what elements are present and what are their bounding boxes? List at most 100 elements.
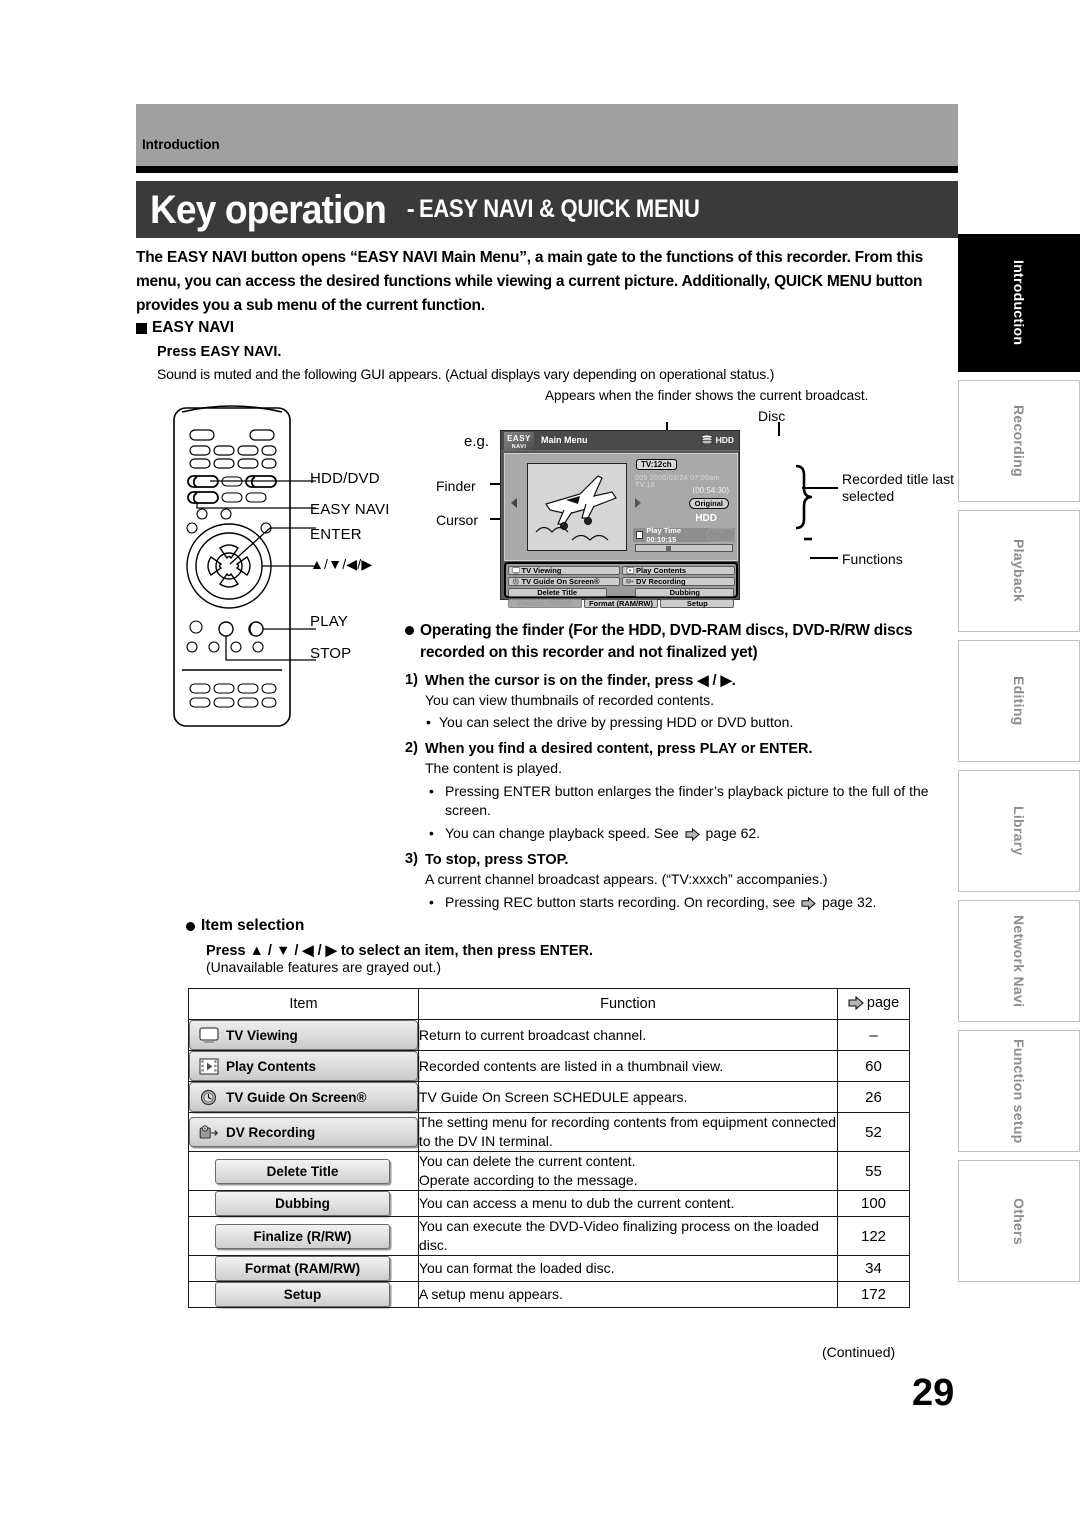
camcorder-icon <box>199 1124 219 1139</box>
remote-label-easy-navi: EASY NAVI <box>310 501 390 518</box>
table-row: Play Contents Recorded contents are liste… <box>188 1050 910 1082</box>
menu-item-button-tv-viewing[interactable]: TV Viewing <box>189 1020 418 1050</box>
easy-navi-gui-illustration: e.g. Appears when the finder shows the c… <box>430 386 960 616</box>
screen-button-play-contents[interactable]: Play Contents <box>622 565 735 575</box>
menu-item-label: TV Guide On Screen® <box>226 1089 367 1105</box>
table-row: Dubbing You can access a menu to dub the … <box>188 1190 910 1217</box>
square-bullet-icon <box>136 322 147 334</box>
screen-button-finalize: Finalize (R/RW) <box>507 598 582 608</box>
section-tabs: Introduction Recording Playback Editing Libr… <box>958 234 1080 1290</box>
operating-finder-section: Operating the finder (For the HDD, DVD-R… <box>405 620 950 912</box>
table-header-function: Function <box>417 988 839 1020</box>
screen-button-label: Setup <box>686 598 708 608</box>
easy-navi-logo-top: EASY <box>507 434 531 443</box>
menu-item-button-delete-title[interactable]: Delete Title <box>215 1158 390 1184</box>
menu-item-button-format-ram-rw[interactable]: Format (RAM/RW) <box>215 1256 390 1281</box>
clock-icon <box>200 1089 217 1105</box>
side-tab-label: Introduction <box>1011 260 1027 346</box>
screen-button-delete-title[interactable]: Delete Title <box>507 587 607 597</box>
remote-label-stop: STOP <box>310 645 352 662</box>
screen-disc-indicator: HDD <box>701 434 734 445</box>
screen-button-label: TV Viewing <box>521 565 562 575</box>
menu-item-label: Finalize (R/RW) <box>253 1228 352 1244</box>
title-duration: (00:54:30) <box>692 486 729 495</box>
item-function-table: Item Function page TV Viewing Return to c… <box>188 988 910 1308</box>
chapter-label: Introduction <box>142 137 220 152</box>
finder-thumbnail[interactable] <box>527 463 627 551</box>
table-cell-item: TV Guide On Screen® <box>188 1081 419 1113</box>
screen-button-label: DV Recording <box>636 576 686 586</box>
screen-button-format[interactable]: Format (RAM/RW) <box>583 598 659 608</box>
section-heading-label: EASY NAVI <box>152 319 235 336</box>
side-tab-function-setup[interactable]: Function setup <box>958 1030 1080 1152</box>
page-subtitle: EASY NAVI & QUICK MENU <box>418 195 700 223</box>
functions-row: Finalize (R/RW) Format (RAM/RW) Setup <box>507 598 735 608</box>
page-title-bar: Key operation - EASY NAVI & QUICK MENU <box>136 181 958 238</box>
table-cell-function: You can delete the current content. Oper… <box>417 1151 839 1191</box>
screen-disc-label: HDD <box>715 434 734 445</box>
table-cell-page: 172 <box>837 1281 910 1308</box>
title-dash: - <box>406 195 415 223</box>
step-description: A current channel broadcast appears. (“T… <box>425 871 828 887</box>
side-tab-editing[interactable]: Editing <box>958 640 1080 762</box>
table-row: Delete Title You can delete the current c… <box>188 1151 910 1191</box>
screen-button-label: Format (RAM/RW) <box>588 598 653 608</box>
side-tab-network-navi[interactable]: Network Navi <box>958 900 1080 1022</box>
menu-item-button-dubbing[interactable]: Dubbing <box>215 1191 390 1216</box>
table-row: TV Viewing Return to current broadcast ch… <box>188 1019 910 1051</box>
functions-row: TV Viewing Play Contents <box>507 565 735 575</box>
table-cell-function: Return to current broadcast channel. <box>417 1019 839 1051</box>
remote-label-play: PLAY <box>310 613 349 630</box>
screen-button-setup[interactable]: Setup <box>660 598 735 608</box>
step-bullet-text: You can change playback speed. See page … <box>445 825 761 841</box>
table-cell-item: DV Recording <box>188 1112 419 1152</box>
menu-item-label: DV Recording <box>226 1124 316 1140</box>
round-bullet-icon <box>186 921 195 931</box>
screen-info-area: TV:12ch 005 2006/03/24 07:00am TV:18 (00… <box>633 458 735 558</box>
menu-item-button-dv-recording[interactable]: DV Recording <box>189 1117 418 1147</box>
menu-item-label: Play Contents <box>226 1058 317 1074</box>
table-cell-page: 34 <box>837 1255 910 1282</box>
table-cell-function: You can execute the DVD-Video finalizing… <box>417 1216 839 1256</box>
side-tab-playback[interactable]: Playback <box>958 510 1080 632</box>
table-cell-page: 52 <box>837 1112 910 1152</box>
step-title: To stop, press STOP. <box>425 852 569 868</box>
menu-item-label: TV Viewing <box>226 1027 298 1043</box>
menu-item-button-setup[interactable]: Setup <box>215 1282 390 1307</box>
screen-button-dv-recording[interactable]: DV Recording <box>622 576 735 586</box>
screen-button-label: Dubbing <box>669 587 701 597</box>
screen-button-tv-viewing[interactable]: TV Viewing <box>507 565 620 575</box>
slider-thumb[interactable] <box>666 546 671 552</box>
screen-button-dubbing[interactable]: Dubbing <box>635 587 735 597</box>
easy-navi-logo-bottom: NAVI <box>511 444 527 450</box>
table-cell-item: TV Viewing <box>188 1019 419 1051</box>
playback-progress-slider[interactable] <box>635 544 733 552</box>
table-cell-item: Format (RAM/RW) <box>188 1255 419 1282</box>
callout-disc: Disc <box>758 408 786 424</box>
menu-item-button-play-contents[interactable]: Play Contents <box>189 1051 418 1081</box>
table-cell-page: 122 <box>837 1216 910 1256</box>
side-tab-library[interactable]: Library <box>958 770 1080 892</box>
side-tab-introduction[interactable]: Introduction <box>958 234 1080 372</box>
left-arrow-icon[interactable] <box>511 498 517 508</box>
menu-item-button-tv-guide-on-screen[interactable]: TV Guide On Screen® <box>189 1082 418 1112</box>
menu-item-button-finalize-r-rw[interactable]: Finalize (R/RW) <box>215 1223 390 1249</box>
callout-appears-when-finder: Appears when the finder shows the curren… <box>545 388 869 403</box>
side-tab-label: Recording <box>1011 405 1027 477</box>
item-selection-note: (Unavailable features are grayed out.) <box>206 959 442 975</box>
side-tab-recording[interactable]: Recording <box>958 380 1080 502</box>
operating-finder-heading-text: Operating the finder (For the HDD, DVD-R… <box>420 622 913 661</box>
tv-icon <box>511 567 520 574</box>
table-row: DV Recording The setting menu for recordi… <box>188 1112 910 1152</box>
item-selection-instruction: Press ▲ / ▼ / ◀ / ▶ to select an item, t… <box>206 943 594 959</box>
side-tab-others[interactable]: Others <box>958 1160 1080 1282</box>
step-title: When you find a desired content, press P… <box>425 741 813 757</box>
film-icon <box>199 1057 219 1075</box>
round-bullet-icon <box>405 626 414 635</box>
step-bullet-with-page-arrow: You can change playback speed. See page … <box>425 824 950 843</box>
screen-button-tv-guide-on-screen[interactable]: TV Guide On Screen® <box>507 576 620 586</box>
step-number: 1) <box>405 672 418 688</box>
menu-item-label: Dubbing <box>275 1196 330 1211</box>
table-cell-page: 100 <box>837 1190 910 1217</box>
table-cell-page: 26 <box>837 1081 910 1113</box>
